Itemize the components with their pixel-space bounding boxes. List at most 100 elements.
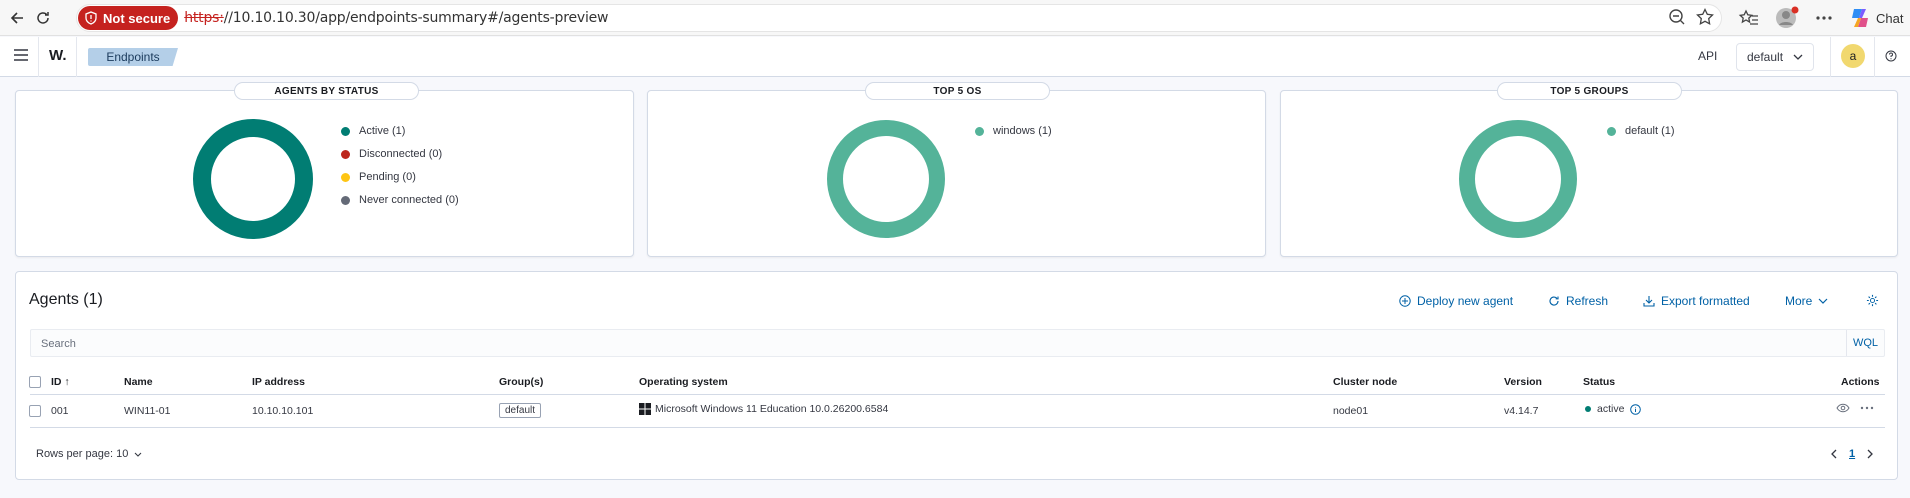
star-icon[interactable] bbox=[1695, 7, 1715, 27]
row-divider bbox=[30, 427, 1885, 428]
legend-label: windows (1) bbox=[993, 125, 1052, 137]
column-header-status[interactable]: Status bbox=[1583, 376, 1615, 388]
favorites-icon[interactable] bbox=[1738, 7, 1760, 29]
legend-item-pending[interactable]: Pending (0) bbox=[341, 170, 459, 184]
address-bar[interactable]: Not secure https://10.10.10.30/app/endpo… bbox=[76, 4, 1722, 32]
eye-icon bbox=[1836, 403, 1850, 413]
legend-dot bbox=[341, 149, 350, 159]
column-header-groups[interactable]: Group(s) bbox=[499, 376, 543, 388]
browser-toolbar: Not secure https://10.10.10.30/app/endpo… bbox=[0, 0, 1910, 36]
more-button[interactable]: More bbox=[1785, 294, 1828, 308]
select-all-checkbox[interactable] bbox=[29, 376, 41, 388]
top-5-os-panel: TOP 5 OS windows (1) bbox=[647, 82, 1266, 257]
warning-shield-icon bbox=[85, 11, 97, 25]
breadcrumb-endpoints[interactable]: Endpoints bbox=[88, 48, 178, 66]
more-options-icon bbox=[1860, 406, 1874, 410]
groups-donut-chart[interactable] bbox=[1456, 117, 1580, 241]
legend-item-never-connected[interactable]: Never connected (0) bbox=[341, 193, 459, 207]
rows-per-page-selector[interactable]: Rows per page: 10 bbox=[36, 448, 142, 460]
more-options-icon[interactable] bbox=[1814, 8, 1834, 28]
view-details-button[interactable] bbox=[1836, 403, 1850, 413]
space-selector[interactable]: default bbox=[1736, 43, 1814, 71]
legend-label: Never connected (0) bbox=[359, 194, 459, 206]
column-header-ip[interactable]: IP address bbox=[252, 376, 305, 388]
donut-ring bbox=[1459, 120, 1577, 238]
column-header-name[interactable]: Name bbox=[124, 376, 153, 388]
help-icon[interactable] bbox=[1885, 50, 1897, 62]
legend-dot bbox=[341, 172, 350, 182]
page-number[interactable]: 1 bbox=[1849, 448, 1855, 460]
column-header-cluster[interactable]: Cluster node bbox=[1333, 376, 1397, 388]
url-text: https://10.10.10.30/app/endpoints-summar… bbox=[184, 10, 608, 26]
export-label: Export formatted bbox=[1661, 294, 1750, 308]
more-label: More bbox=[1785, 294, 1813, 308]
table-settings-button[interactable] bbox=[1866, 294, 1879, 307]
url-path: //10.10.10.30/app/endpoints-summary#/age… bbox=[223, 10, 609, 26]
back-icon[interactable] bbox=[4, 5, 30, 31]
cell-cluster: node01 bbox=[1333, 405, 1369, 417]
cell-status: active bbox=[1585, 403, 1642, 415]
legend-dot bbox=[341, 195, 350, 205]
row-actions-button[interactable] bbox=[1860, 403, 1874, 413]
chevron-left-icon[interactable] bbox=[1830, 449, 1837, 459]
menu-icon[interactable] bbox=[14, 49, 28, 61]
profile-icon[interactable] bbox=[1774, 5, 1800, 31]
space-value: default bbox=[1747, 50, 1784, 64]
chevron-down-icon bbox=[1793, 54, 1803, 60]
avatar[interactable]: a bbox=[1841, 44, 1865, 68]
status-donut-chart[interactable] bbox=[191, 117, 315, 241]
refresh-icon bbox=[1549, 296, 1559, 306]
column-header-id[interactable]: ID ↑ bbox=[51, 376, 70, 388]
donut-ring bbox=[193, 119, 313, 239]
plus-circle-icon bbox=[1399, 295, 1411, 307]
pagination: 1 bbox=[1830, 448, 1874, 460]
refresh-button[interactable]: Refresh bbox=[1548, 294, 1608, 308]
reload-icon[interactable] bbox=[30, 5, 56, 31]
panel-title: TOP 5 GROUPS bbox=[1497, 82, 1682, 100]
not-secure-label: Not secure bbox=[103, 10, 171, 26]
os-name: Microsoft Windows 11 Education 10.0.2620… bbox=[655, 403, 889, 415]
legend-item-active[interactable]: Active (1) bbox=[341, 124, 459, 138]
not-secure-badge[interactable]: Not secure bbox=[78, 6, 179, 30]
api-link[interactable]: API bbox=[1698, 49, 1717, 63]
legend-label: Disconnected (0) bbox=[359, 148, 443, 160]
legend-label: default (1) bbox=[1625, 125, 1675, 137]
os-legend: windows (1) bbox=[975, 124, 1052, 138]
url-protocol: https: bbox=[184, 10, 224, 26]
cell-ip: 10.10.10.101 bbox=[252, 405, 314, 417]
legend-dot bbox=[341, 126, 350, 136]
top-5-groups-panel: TOP 5 GROUPS default (1) bbox=[1280, 82, 1898, 257]
agents-table-panel: Agents (1) Deploy new agent Refresh Expo… bbox=[15, 271, 1898, 480]
column-header-version[interactable]: Version bbox=[1504, 376, 1542, 388]
header-divider bbox=[76, 37, 77, 77]
zoom-icon[interactable] bbox=[1667, 7, 1687, 27]
legend-item-disconnected[interactable]: Disconnected (0) bbox=[341, 147, 459, 161]
column-header-os[interactable]: Operating system bbox=[639, 376, 728, 388]
deploy-new-agent-button[interactable]: Deploy new agent bbox=[1399, 294, 1513, 308]
group-badge[interactable]: default bbox=[499, 403, 542, 418]
os-donut-chart[interactable] bbox=[824, 117, 948, 241]
column-header-actions: Actions bbox=[1841, 376, 1880, 388]
status-legend: Active (1) Disconnected (0) Pending (0) … bbox=[341, 124, 459, 207]
status-dot bbox=[1585, 406, 1591, 412]
download-icon bbox=[1643, 296, 1655, 307]
search-input[interactable]: Search WQL bbox=[30, 329, 1885, 357]
legend-item-windows[interactable]: windows (1) bbox=[975, 124, 1052, 138]
gear-icon bbox=[1866, 294, 1879, 307]
app-header: W. Endpoints API default a bbox=[0, 37, 1910, 77]
info-icon[interactable] bbox=[1630, 403, 1642, 415]
cell-os: Microsoft Windows 11 Education 10.0.2620… bbox=[639, 403, 888, 415]
header-label: ID bbox=[51, 376, 62, 388]
legend-dot bbox=[975, 126, 984, 136]
export-formatted-button[interactable]: Export formatted bbox=[1643, 294, 1750, 308]
chevron-right-icon[interactable] bbox=[1867, 449, 1874, 459]
header-divider bbox=[38, 37, 39, 77]
app-logo[interactable]: W. bbox=[49, 47, 67, 64]
copilot-icon[interactable]: Chat bbox=[1848, 6, 1903, 30]
wql-toggle[interactable]: WQL bbox=[1846, 330, 1884, 356]
legend-label: Pending (0) bbox=[359, 171, 416, 183]
row-checkbox[interactable] bbox=[29, 405, 41, 417]
chevron-down-icon bbox=[1818, 298, 1828, 304]
legend-dot bbox=[1607, 126, 1616, 136]
legend-item-default[interactable]: default (1) bbox=[1607, 124, 1675, 138]
